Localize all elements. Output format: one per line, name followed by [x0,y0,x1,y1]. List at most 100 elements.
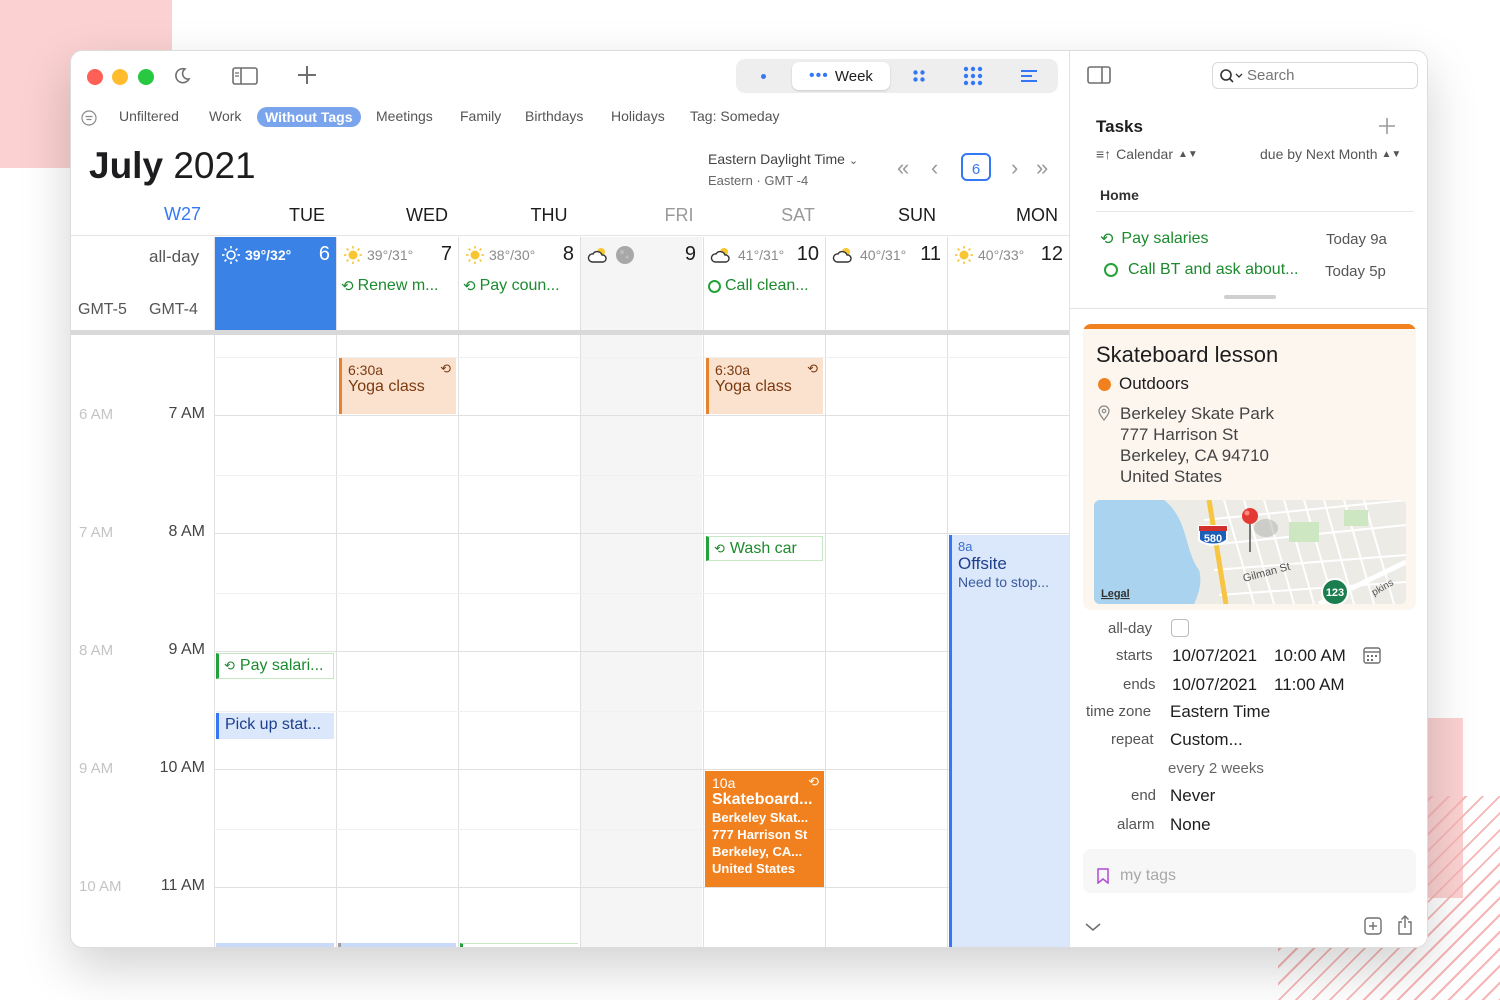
filter-work[interactable]: Work [209,108,241,124]
due-selector[interactable]: due by Next Month ▲▼ [1260,146,1401,162]
calendar-selector[interactable]: Outdoors [1098,374,1189,394]
prev-week-button[interactable]: ‹ [931,155,938,181]
updown-chevron-icon: ▲▼ [1178,148,1198,160]
allday-cell-sat[interactable]: 41°/31° 10 Call clean... [703,237,825,330]
day-column-tue[interactable] [214,335,336,947]
today-badge-label: 6 [971,161,981,178]
alarm-field[interactable]: None [1170,815,1211,835]
day-name-mon: MON [1016,205,1058,225]
event-title-field[interactable]: Skateboard lesson [1096,342,1278,368]
view-day-button[interactable] [746,62,780,90]
search-input[interactable] [1247,67,1407,84]
task-circle-icon[interactable] [1104,263,1118,277]
starts-time-field[interactable]: 10:00 AM [1274,646,1346,666]
close-button[interactable] [87,69,103,85]
allday-cell-fri[interactable]: 9 [580,237,702,330]
next-week-button[interactable]: › [1011,155,1018,181]
task-pay-salaries[interactable]: ⟲ Pay salari... [216,653,334,679]
event-partial[interactable] [338,943,456,947]
allday-cell-mon[interactable]: 40°/33° 12 [947,237,1069,330]
starts-date-field[interactable]: 10/07/2021 [1172,646,1257,666]
day-column-thu[interactable] [458,335,580,947]
event-yoga-class[interactable]: 6:30a Yoga class ⟲ [339,358,456,414]
allday-task-label: Call clean... [725,277,809,294]
filter-tag-someday[interactable]: Tag: Someday [690,108,780,124]
filter-icon[interactable] [80,109,98,127]
day-column-wed[interactable] [336,335,458,947]
next-month-button[interactable]: » [1036,155,1048,181]
filter-birthdays[interactable]: Birthdays [525,108,583,124]
allday-cell-wed[interactable]: 39°/31° 7 ⟲ Renew m... [336,237,458,330]
location-map[interactable]: 580 Gilman St pkins 123 Legal [1094,500,1406,604]
allday-cell-sun[interactable]: 40°/31° 11 [825,237,947,330]
filter-holidays[interactable]: Holidays [611,108,665,124]
event-partial[interactable] [216,943,334,947]
minimize-button[interactable] [112,69,128,85]
hour-label: 8 AM [168,523,205,540]
share-icon[interactable] [1397,915,1413,940]
task-partial[interactable] [460,943,578,947]
task-circle-icon[interactable] [708,279,721,293]
repeat-icon[interactable]: ⟲ [1100,229,1113,249]
moon-icon[interactable] [171,65,193,87]
event-offsite[interactable]: 8a Offsite Need to stop... [949,535,1069,947]
sidebar-toggle-icon[interactable] [231,65,259,87]
filter-unfiltered[interactable]: Unfiltered [119,108,179,124]
gridline [214,475,1069,476]
year-label: 2021 [173,145,256,186]
task-due: Today 9a [1326,231,1387,248]
add-task-icon[interactable] [1376,115,1398,137]
event-skateboard-lesson[interactable]: 10a Skateboard... Berkeley Skat... 777 H… [705,771,824,887]
timezone-selector[interactable]: Eastern Daylight Time ⌄ [708,151,858,167]
map-legal-link[interactable]: Legal [1101,588,1130,600]
allday-task[interactable]: ⟲ Renew m... [341,277,439,295]
allday-cell-tue[interactable]: 39°/32° 6 [214,237,336,330]
view-month-button[interactable] [902,62,936,90]
repeat-icon: ⟲ [807,361,818,376]
ends-date-field[interactable]: 10/07/2021 [1172,675,1257,695]
task-group-title: Home [1100,187,1139,203]
tags-field[interactable]: my tags [1083,849,1416,893]
month-label: July [89,145,164,186]
new-window-icon[interactable] [1364,917,1382,940]
event-location[interactable]: Berkeley Skate Park 777 Harrison St Berk… [1120,403,1274,487]
repeat-end-field[interactable]: Never [1170,786,1215,806]
repeat-icon: ⟲ [463,278,476,295]
calendar-picker-icon[interactable] [1362,645,1382,665]
allday-task[interactable]: Call clean... [708,277,809,295]
repeat-field[interactable]: Custom... [1170,730,1243,750]
zoom-button[interactable] [138,69,154,85]
filter-without-tags[interactable]: Without Tags [257,107,361,127]
view-week-button[interactable]: ••• Week [792,62,890,90]
day-column-fri[interactable] [580,335,702,947]
gmt-label-secondary: GMT-5 [78,301,127,318]
grid-large-icon [963,66,983,86]
bookmark-icon [1096,868,1110,889]
repeat-summary: every 2 weeks [1168,760,1264,777]
prev-month-button[interactable]: « [897,155,909,181]
timezone-field[interactable]: Eastern Time [1170,702,1270,722]
allday-cell-thu[interactable]: 38°/30° 8 ⟲ Pay coun... [458,237,580,330]
event-pick-up[interactable]: Pick up stat... [216,713,334,739]
plus-icon[interactable] [295,63,319,87]
search-field[interactable] [1212,62,1418,89]
allday-task[interactable]: ⟲ Pay coun... [463,277,560,295]
event-title: Pick up stat... [225,716,322,733]
view-list-button[interactable] [1012,62,1046,90]
chevron-down-icon[interactable] [1084,919,1102,937]
task-item[interactable]: Call BT and ask about... [1104,261,1298,279]
event-yoga-class[interactable]: 6:30a Yoga class ⟲ [706,358,823,414]
gridline [214,593,1069,594]
task-wash-car[interactable]: ⟲ Wash car [706,536,823,561]
filter-meetings[interactable]: Meetings [376,108,433,124]
panel-toggle-icon[interactable] [1086,65,1112,85]
ends-time-field[interactable]: 11:00 AM [1274,675,1345,695]
resize-handle[interactable] [1224,295,1276,299]
filter-family[interactable]: Family [460,108,501,124]
view-year-button[interactable] [956,62,990,90]
day-column-sun[interactable] [825,335,947,947]
today-button[interactable]: 6 [961,153,991,181]
sort-selector[interactable]: ≡↑ Calendar ▲▼ [1096,146,1198,162]
allday-checkbox[interactable] [1171,619,1189,637]
sort-icon: ≡↑ [1096,146,1112,162]
